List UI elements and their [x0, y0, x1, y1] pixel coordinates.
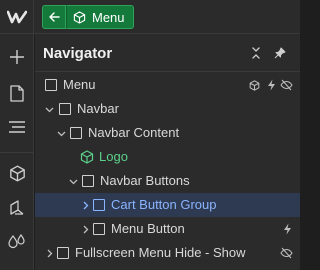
tree-row-fullscreen-menu[interactable]: Fullscreen Menu Hide - Show — [35, 241, 300, 265]
tree-row-label: Navbar Buttons — [100, 173, 190, 188]
element-box-icon — [93, 199, 105, 211]
chevron-right-icon[interactable] — [43, 247, 55, 259]
navigator-icon[interactable] — [0, 110, 34, 144]
tree-row-label: Navbar — [77, 101, 119, 116]
back-button[interactable] — [42, 5, 66, 29]
tree-row-label: Logo — [99, 149, 128, 164]
tree-row-label: Cart Button Group — [111, 197, 217, 212]
element-box-icon — [45, 79, 57, 91]
left-toolbar — [0, 34, 34, 270]
element-box-icon — [93, 223, 105, 235]
component-cube-icon — [80, 150, 94, 164]
tree-row-menu-button[interactable]: Menu Button — [35, 217, 300, 241]
pages-icon[interactable] — [0, 76, 34, 110]
chevron-down-icon[interactable] — [43, 103, 55, 115]
interaction-icon — [280, 222, 294, 236]
tree-row-label: Fullscreen Menu Hide - Show — [75, 245, 246, 260]
hidden-icon — [279, 246, 293, 260]
breadcrumb: Menu — [42, 5, 134, 29]
breadcrumb-component-button[interactable]: Menu — [66, 5, 134, 29]
breadcrumb-label: Menu — [92, 9, 125, 25]
component-cube-icon — [73, 10, 86, 24]
chevron-right-icon[interactable] — [79, 199, 91, 211]
color-swatches-icon[interactable] — [0, 224, 34, 258]
tree-row-label: Menu Button — [111, 221, 185, 236]
interaction-icon — [264, 78, 278, 92]
hidden-icon — [279, 78, 293, 92]
chevron-down-icon[interactable] — [67, 175, 79, 187]
components-icon[interactable] — [0, 156, 34, 190]
tree-row-navbar[interactable]: Navbar — [35, 97, 300, 121]
tree-row-cart-button-group[interactable]: Cart Button Group — [35, 193, 300, 217]
chevron-right-icon[interactable] — [79, 223, 91, 235]
component-icon — [247, 78, 261, 92]
pin-icon[interactable] — [271, 44, 289, 62]
panel-title: Navigator — [43, 45, 113, 62]
tree-row-navbar-content[interactable]: Navbar Content — [35, 121, 300, 145]
arrow-left-icon — [49, 12, 60, 22]
element-box-icon — [59, 103, 71, 115]
chevron-down-icon[interactable] — [55, 127, 67, 139]
tree-row-navbar-buttons[interactable]: Navbar Buttons — [35, 169, 300, 193]
element-box-icon — [70, 127, 82, 139]
element-box-icon — [57, 247, 69, 259]
tree-row-label: Navbar Content — [88, 125, 180, 140]
add-icon[interactable] — [0, 40, 34, 74]
top-bar: Menu — [0, 0, 300, 34]
collapse-icon[interactable] — [247, 44, 265, 62]
navigator-panel: Navigator Menu Navbar Navbar Content Log… — [35, 34, 300, 270]
element-box-icon — [82, 175, 94, 187]
webflow-logo-icon[interactable] — [0, 0, 34, 34]
tree-row-label: Menu — [63, 77, 96, 92]
navigator-header: Navigator — [35, 34, 300, 72]
style-manager-icon[interactable] — [0, 190, 34, 224]
tree-row-menu[interactable]: Menu — [35, 73, 300, 97]
tree-row-logo[interactable]: Logo — [35, 145, 300, 169]
